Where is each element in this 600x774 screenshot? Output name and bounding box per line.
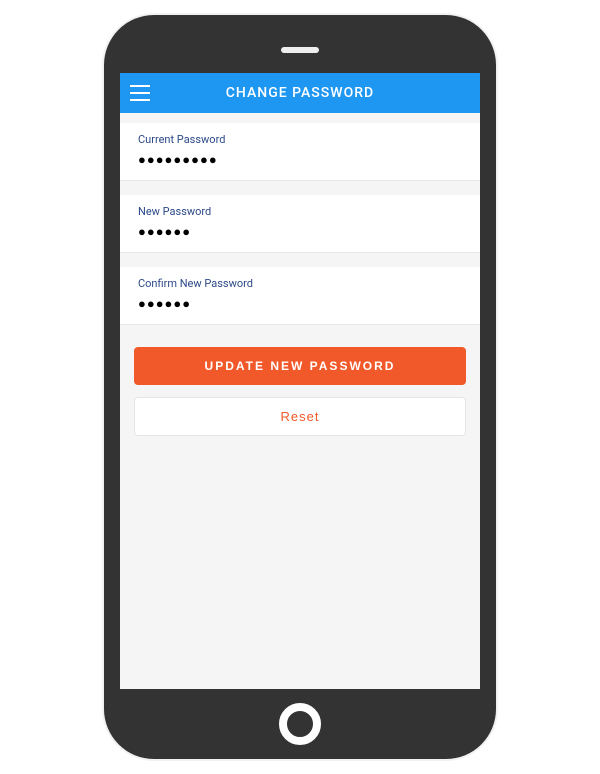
screen: CHANGE PASSWORD Current Password ●●●●●●●… <box>120 73 480 689</box>
content-area: Current Password ●●●●●●●●● New Password … <box>120 113 480 689</box>
current-password-field[interactable]: Current Password ●●●●●●●●● <box>120 123 480 181</box>
new-password-field[interactable]: New Password ●●●●●● <box>120 195 480 253</box>
button-area: UPDATE NEW PASSWORD Reset <box>120 339 480 436</box>
confirm-password-value: ●●●●●● <box>138 296 462 312</box>
update-password-button[interactable]: UPDATE NEW PASSWORD <box>134 347 466 385</box>
new-password-value: ●●●●●● <box>138 224 462 240</box>
app-header: CHANGE PASSWORD <box>120 73 480 113</box>
new-password-label: New Password <box>138 205 462 218</box>
confirm-password-label: Confirm New Password <box>138 277 462 290</box>
page-title: CHANGE PASSWORD <box>130 85 470 101</box>
home-button[interactable] <box>279 703 321 745</box>
current-password-value: ●●●●●●●●● <box>138 152 462 168</box>
phone-frame: CHANGE PASSWORD Current Password ●●●●●●●… <box>104 15 496 759</box>
phone-speaker <box>281 47 319 53</box>
current-password-label: Current Password <box>138 133 462 146</box>
reset-button[interactable]: Reset <box>134 397 466 436</box>
confirm-password-field[interactable]: Confirm New Password ●●●●●● <box>120 267 480 325</box>
